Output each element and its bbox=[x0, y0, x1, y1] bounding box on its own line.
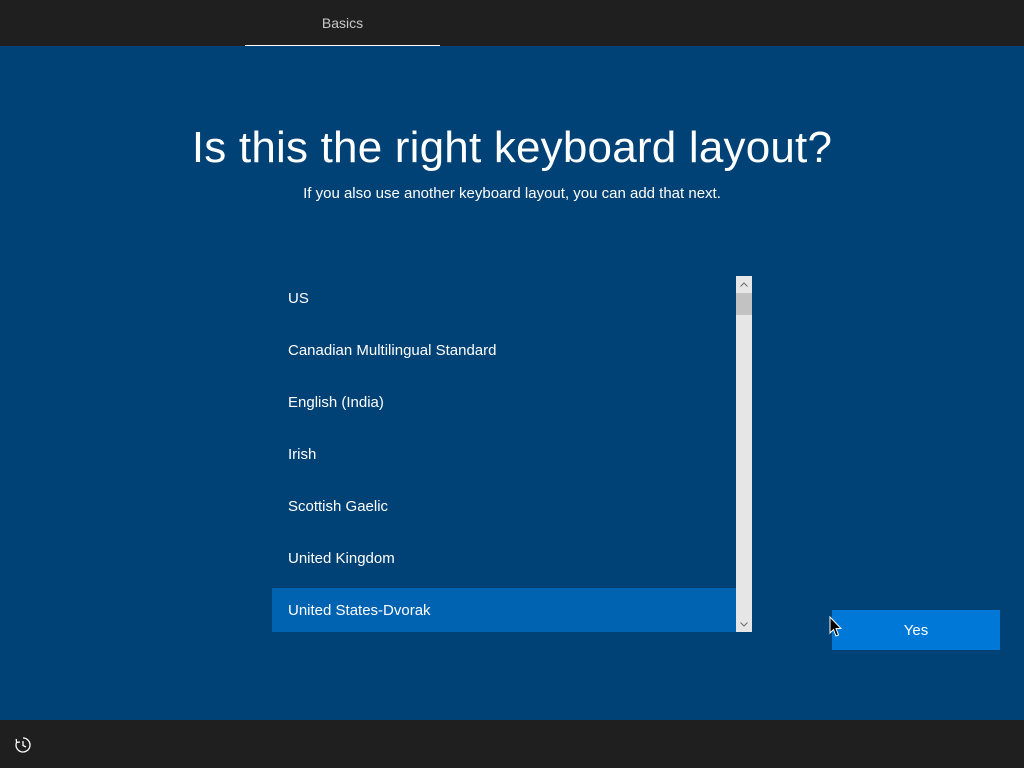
page-subtitle: If you also use another keyboard layout,… bbox=[303, 185, 721, 202]
keyboard-layout-list[interactable]: US Canadian Multilingual Standard Englis… bbox=[272, 276, 736, 632]
chevron-down-icon bbox=[740, 621, 748, 627]
ease-of-access-icon[interactable] bbox=[14, 736, 32, 754]
tab-basics[interactable]: Basics bbox=[245, 0, 440, 48]
list-item-label: US bbox=[288, 289, 309, 307]
list-item-united-kingdom[interactable]: United Kingdom bbox=[272, 536, 736, 580]
list-item-label: Canadian Multilingual Standard bbox=[288, 341, 497, 359]
list-item-english-india[interactable]: English (India) bbox=[272, 380, 736, 424]
bottom-bar bbox=[0, 720, 1024, 768]
list-item-united-states-dvorak[interactable]: United States-Dvorak bbox=[272, 588, 736, 632]
list-item-label: Irish bbox=[288, 445, 317, 463]
list-scrollbar[interactable] bbox=[736, 276, 752, 632]
list-item-canadian-multilingual-standard[interactable]: Canadian Multilingual Standard bbox=[272, 328, 736, 372]
scroll-down-button[interactable] bbox=[736, 616, 752, 632]
list-item-label: United Kingdom bbox=[288, 549, 395, 567]
page-title: Is this the right keyboard layout? bbox=[191, 123, 833, 172]
list-item-scottish-gaelic[interactable]: Scottish Gaelic bbox=[272, 484, 736, 528]
scroll-up-button[interactable] bbox=[736, 276, 752, 292]
list-item-label: United States-Dvorak bbox=[288, 601, 431, 619]
chevron-up-icon bbox=[740, 281, 748, 287]
top-bar: Basics bbox=[0, 0, 1024, 48]
list-item-label: English (India) bbox=[288, 393, 384, 411]
scroll-thumb[interactable] bbox=[736, 293, 752, 315]
yes-button[interactable]: Yes bbox=[832, 610, 1000, 650]
mouse-pointer-icon bbox=[829, 616, 843, 637]
list-item-us[interactable]: US bbox=[272, 276, 736, 320]
list-item-irish[interactable]: Irish bbox=[272, 432, 736, 476]
list-item-label: Scottish Gaelic bbox=[288, 497, 389, 515]
